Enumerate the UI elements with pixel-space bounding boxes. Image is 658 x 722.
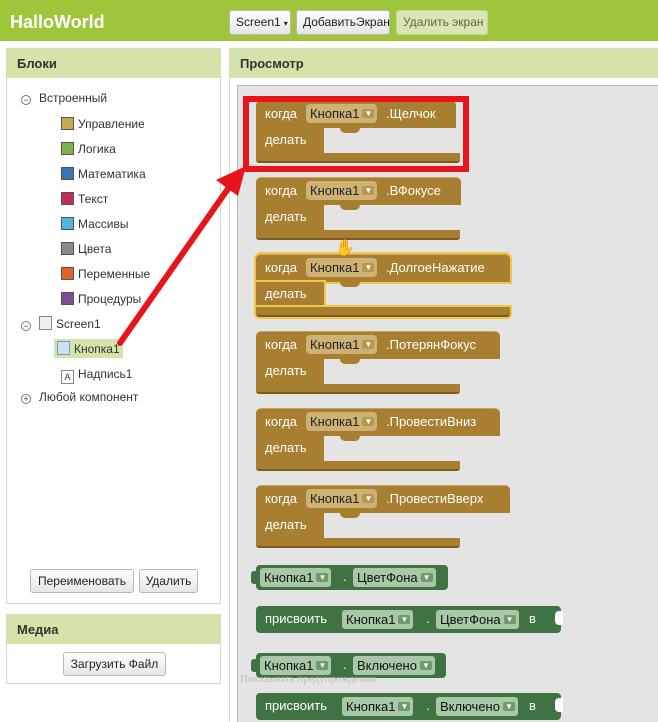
hand-cursor-icon: ✋ [335, 240, 355, 257]
annotation-arrow-icon [117, 166, 246, 346]
